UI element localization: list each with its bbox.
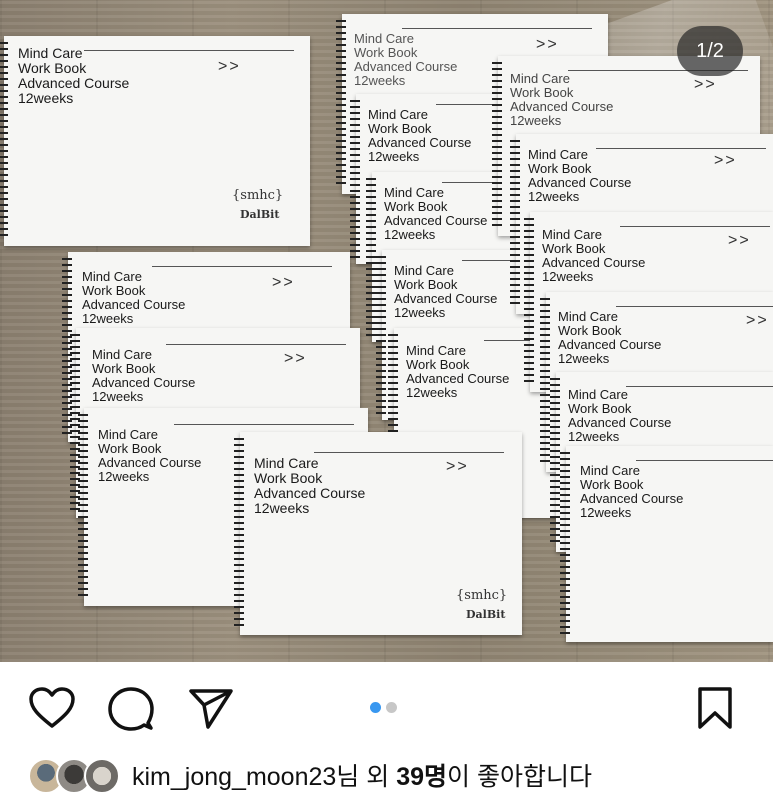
notebook-arrow: >> [694,76,717,93]
notebook-title: Mind Care Work Book Advanced Course 12weeks [580,463,684,520]
notebook-arrow: >> [746,312,769,329]
notebook-arrow: >> [714,152,737,169]
smhc-logo: {smhc} [232,188,284,203]
avatar [84,758,120,794]
likes-text: kim_jong_moon23님 외 39명이 좋아합니다 [132,757,592,793]
notebook-title: Mind Care Work Book Advanced Course 12weeks [542,227,646,284]
liker-username[interactable]: kim_jong_moon23 [132,763,336,791]
heart-icon[interactable] [28,686,76,730]
notebook-title: Mind Care Work Book Advanced Course 12weeks [98,427,202,484]
notebook-rule [402,28,592,29]
notebook-arrow: >> [446,458,469,475]
carousel-indicator [370,700,402,718]
likes-count[interactable]: 39명 [396,763,447,791]
notebook-rule [174,424,354,425]
notebook-arrow: >> [218,58,241,75]
notebook-arrow: >> [536,36,559,53]
dalbit-logo: DalBit [466,608,506,621]
notebook-title: Mind Care Work Book Advanced Course 12weeks [394,263,498,320]
notebook-rule [152,266,332,267]
notebook-title: Mind Care Work Book Advanced Course 12weeks [82,269,186,326]
notebook-stack: Mind Care Work Book Advanced Course 12weeks… [0,36,310,246]
notebook-arrow: >> [272,274,295,291]
liker-avatars[interactable] [28,757,124,794]
comment-icon[interactable] [108,686,154,732]
notebook: Mind Care Work Book Advanced Course 12weeks [560,446,773,642]
notebook-title: Mind Care Work Book Advanced Course 12weeks [558,309,662,366]
notebook-title: Mind Care Work Book Advanced Course 12weeks [568,387,672,444]
carousel-counter: 1/2 [677,26,743,76]
carousel-dot-active[interactable] [370,702,381,713]
carousel-dot[interactable] [386,702,397,713]
likes-suffix: 이 좋아합니다 [447,763,592,791]
bookmark-icon[interactable] [696,686,734,730]
notebook-arrow: >> [284,350,307,367]
notebook-title: Mind Care Work Book Advanced Course 12weeks [354,31,458,88]
notebook-title: Mind Care Work Book Advanced Course 12weeks [384,185,488,242]
notebook-title: Mind Care Work Book Advanced Course 12weeks [254,455,366,516]
notebook-rule [314,452,504,453]
notebook-title: Mind Care Work Book Advanced Course 12weeks [406,343,510,400]
dalbit-logo: DalBit [240,208,280,221]
notebook-title: Mind Care Work Book Advanced Course 12weeks [528,147,632,204]
send-icon[interactable] [188,687,234,729]
notebook-rule [616,306,773,307]
notebook-rule [166,344,346,345]
notebook-rule [636,460,773,461]
post-photo[interactable]: Mind Care Work Book Advanced Course 12weeks… [0,0,773,662]
notebook-title: Mind Care Work Book Advanced Course 12weeks [92,347,196,404]
notebook-title: Mind Care Work Book Advanced Course 12weeks [510,71,614,128]
likes-summary[interactable]: kim_jong_moon23님 외 39명이 좋아합니다 [28,757,592,794]
notebook-arrow: >> [728,232,751,249]
notebook-rule [626,386,773,387]
notebook-rule [620,226,770,227]
notebook-title: Mind Care Work Book Advanced Course 12weeks [368,107,472,164]
likes-mid: 님 외 [336,763,397,791]
smhc-logo: {smhc} [456,588,508,603]
notebook-front: Mind Care Work Book Advanced Course 12weeks… [234,432,522,635]
notebook-title: Mind Care Work Book Advanced Course 12weeks [18,45,130,106]
